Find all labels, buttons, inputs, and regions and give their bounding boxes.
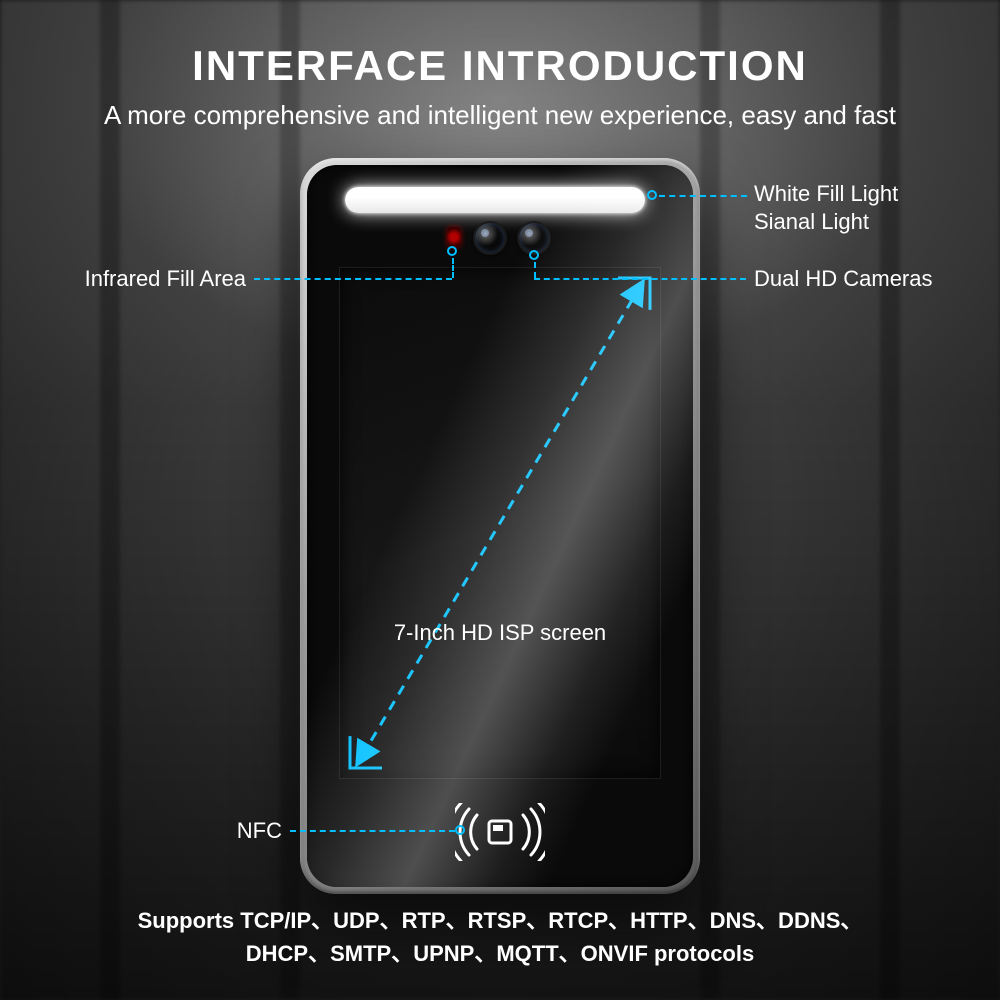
callout-dot-nfc xyxy=(455,825,465,835)
callout-line-cameras xyxy=(534,278,746,280)
infrared-led xyxy=(447,227,461,247)
fill-light-bar xyxy=(345,187,645,213)
callout-nfc: NFC xyxy=(237,817,282,845)
callout-fill-light: White Fill Light Sianal Light xyxy=(754,180,898,235)
page-title: INTERFACE INTRODUCTION xyxy=(0,42,1000,90)
device-screen: 7-Inch HD ISP screen xyxy=(339,267,661,779)
callout-line-ir xyxy=(254,278,452,280)
callout-vline-ir xyxy=(452,258,454,278)
screen-diagonal-arrow-icon xyxy=(340,268,660,778)
callout-dot-cameras xyxy=(529,250,539,260)
callout-cameras: Dual HD Cameras xyxy=(754,265,933,293)
page-subtitle: A more comprehensive and intelligent new… xyxy=(0,100,1000,131)
camera-left xyxy=(475,223,505,253)
callout-line-fill-light xyxy=(659,195,747,197)
nfc-icon xyxy=(307,803,693,861)
callout-line-nfc xyxy=(290,830,455,832)
callout-ir: Infrared Fill Area xyxy=(85,265,246,293)
protocols-line1: Supports TCP/IP、UDP、RTP、RTSP、RTCP、HTTP、D… xyxy=(0,904,1000,937)
callout-vline-cameras xyxy=(534,262,536,278)
callout-dot-ir xyxy=(447,246,457,256)
callout-fill-light-line2: Sianal Light xyxy=(754,208,898,236)
screen-size-label: 7-Inch HD ISP screen xyxy=(340,620,660,646)
protocols-text: Supports TCP/IP、UDP、RTP、RTSP、RTCP、HTTP、D… xyxy=(0,904,1000,970)
camera-right xyxy=(519,223,549,253)
protocols-line2: DHCP、SMTP、UPNP、MQTT、ONVIF protocols xyxy=(0,937,1000,970)
callout-fill-light-line1: White Fill Light xyxy=(754,180,898,208)
callout-dot-fill-light xyxy=(647,190,657,200)
device-glass: 7-Inch HD ISP screen xyxy=(307,165,693,887)
device-frame: 7-Inch HD ISP screen xyxy=(300,158,700,894)
